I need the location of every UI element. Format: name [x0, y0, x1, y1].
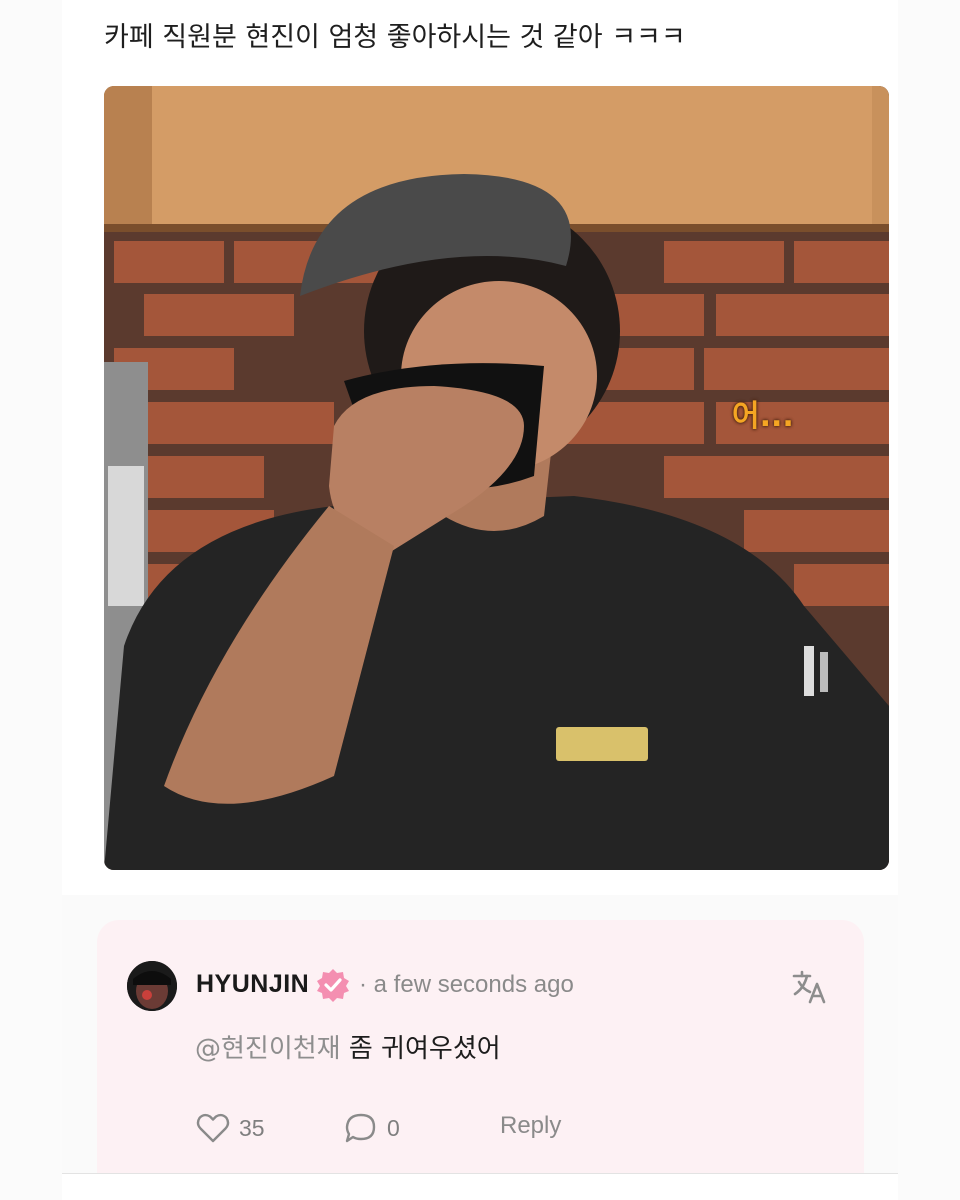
comment-timestamp: · a few seconds ago	[359, 971, 574, 998]
comment-section: HYUNJIN · a few seconds ago @현진이천재 좀 귀여우…	[62, 895, 898, 1173]
comment-author[interactable]: HYUNJIN	[196, 970, 309, 999]
translate-icon[interactable]	[790, 968, 828, 1006]
photo-caption: 어...	[732, 399, 794, 434]
speech-bubble-icon	[345, 1113, 376, 1143]
reply-count: 0	[387, 1114, 400, 1141]
photo-illustration	[104, 86, 889, 870]
avatar[interactable]	[127, 961, 177, 1011]
post-text: 카페 직원분 현진이 엄청 좋아하시는 것 같아 ㅋㅋㅋ	[104, 22, 686, 53]
verified-badge-icon	[316, 968, 350, 1002]
left-gutter	[0, 0, 62, 1200]
divider	[62, 1173, 898, 1174]
post: 카페 직원분 현진이 엄청 좋아하시는 것 같아 ㅋㅋㅋ 어... HYUNJI…	[62, 0, 898, 1200]
right-gutter	[898, 0, 960, 1200]
like-button[interactable]: 35	[195, 1110, 265, 1146]
post-photo[interactable]: 어...	[104, 86, 889, 870]
comment-text: @현진이천재 좀 귀여우셨어	[195, 1028, 501, 1065]
heart-icon	[196, 1113, 230, 1143]
comment-card: HYUNJIN · a few seconds ago @현진이천재 좀 귀여우…	[97, 920, 864, 1173]
replies-button[interactable]: 0	[343, 1110, 400, 1146]
mention-link[interactable]: @현진이천재	[195, 1034, 341, 1064]
comment-message: 좀 귀여우셨어	[340, 1034, 501, 1064]
comment-actions: 35 0 Reply	[195, 1110, 835, 1146]
reply-button[interactable]: Reply	[500, 1112, 561, 1140]
like-count: 35	[239, 1114, 265, 1141]
